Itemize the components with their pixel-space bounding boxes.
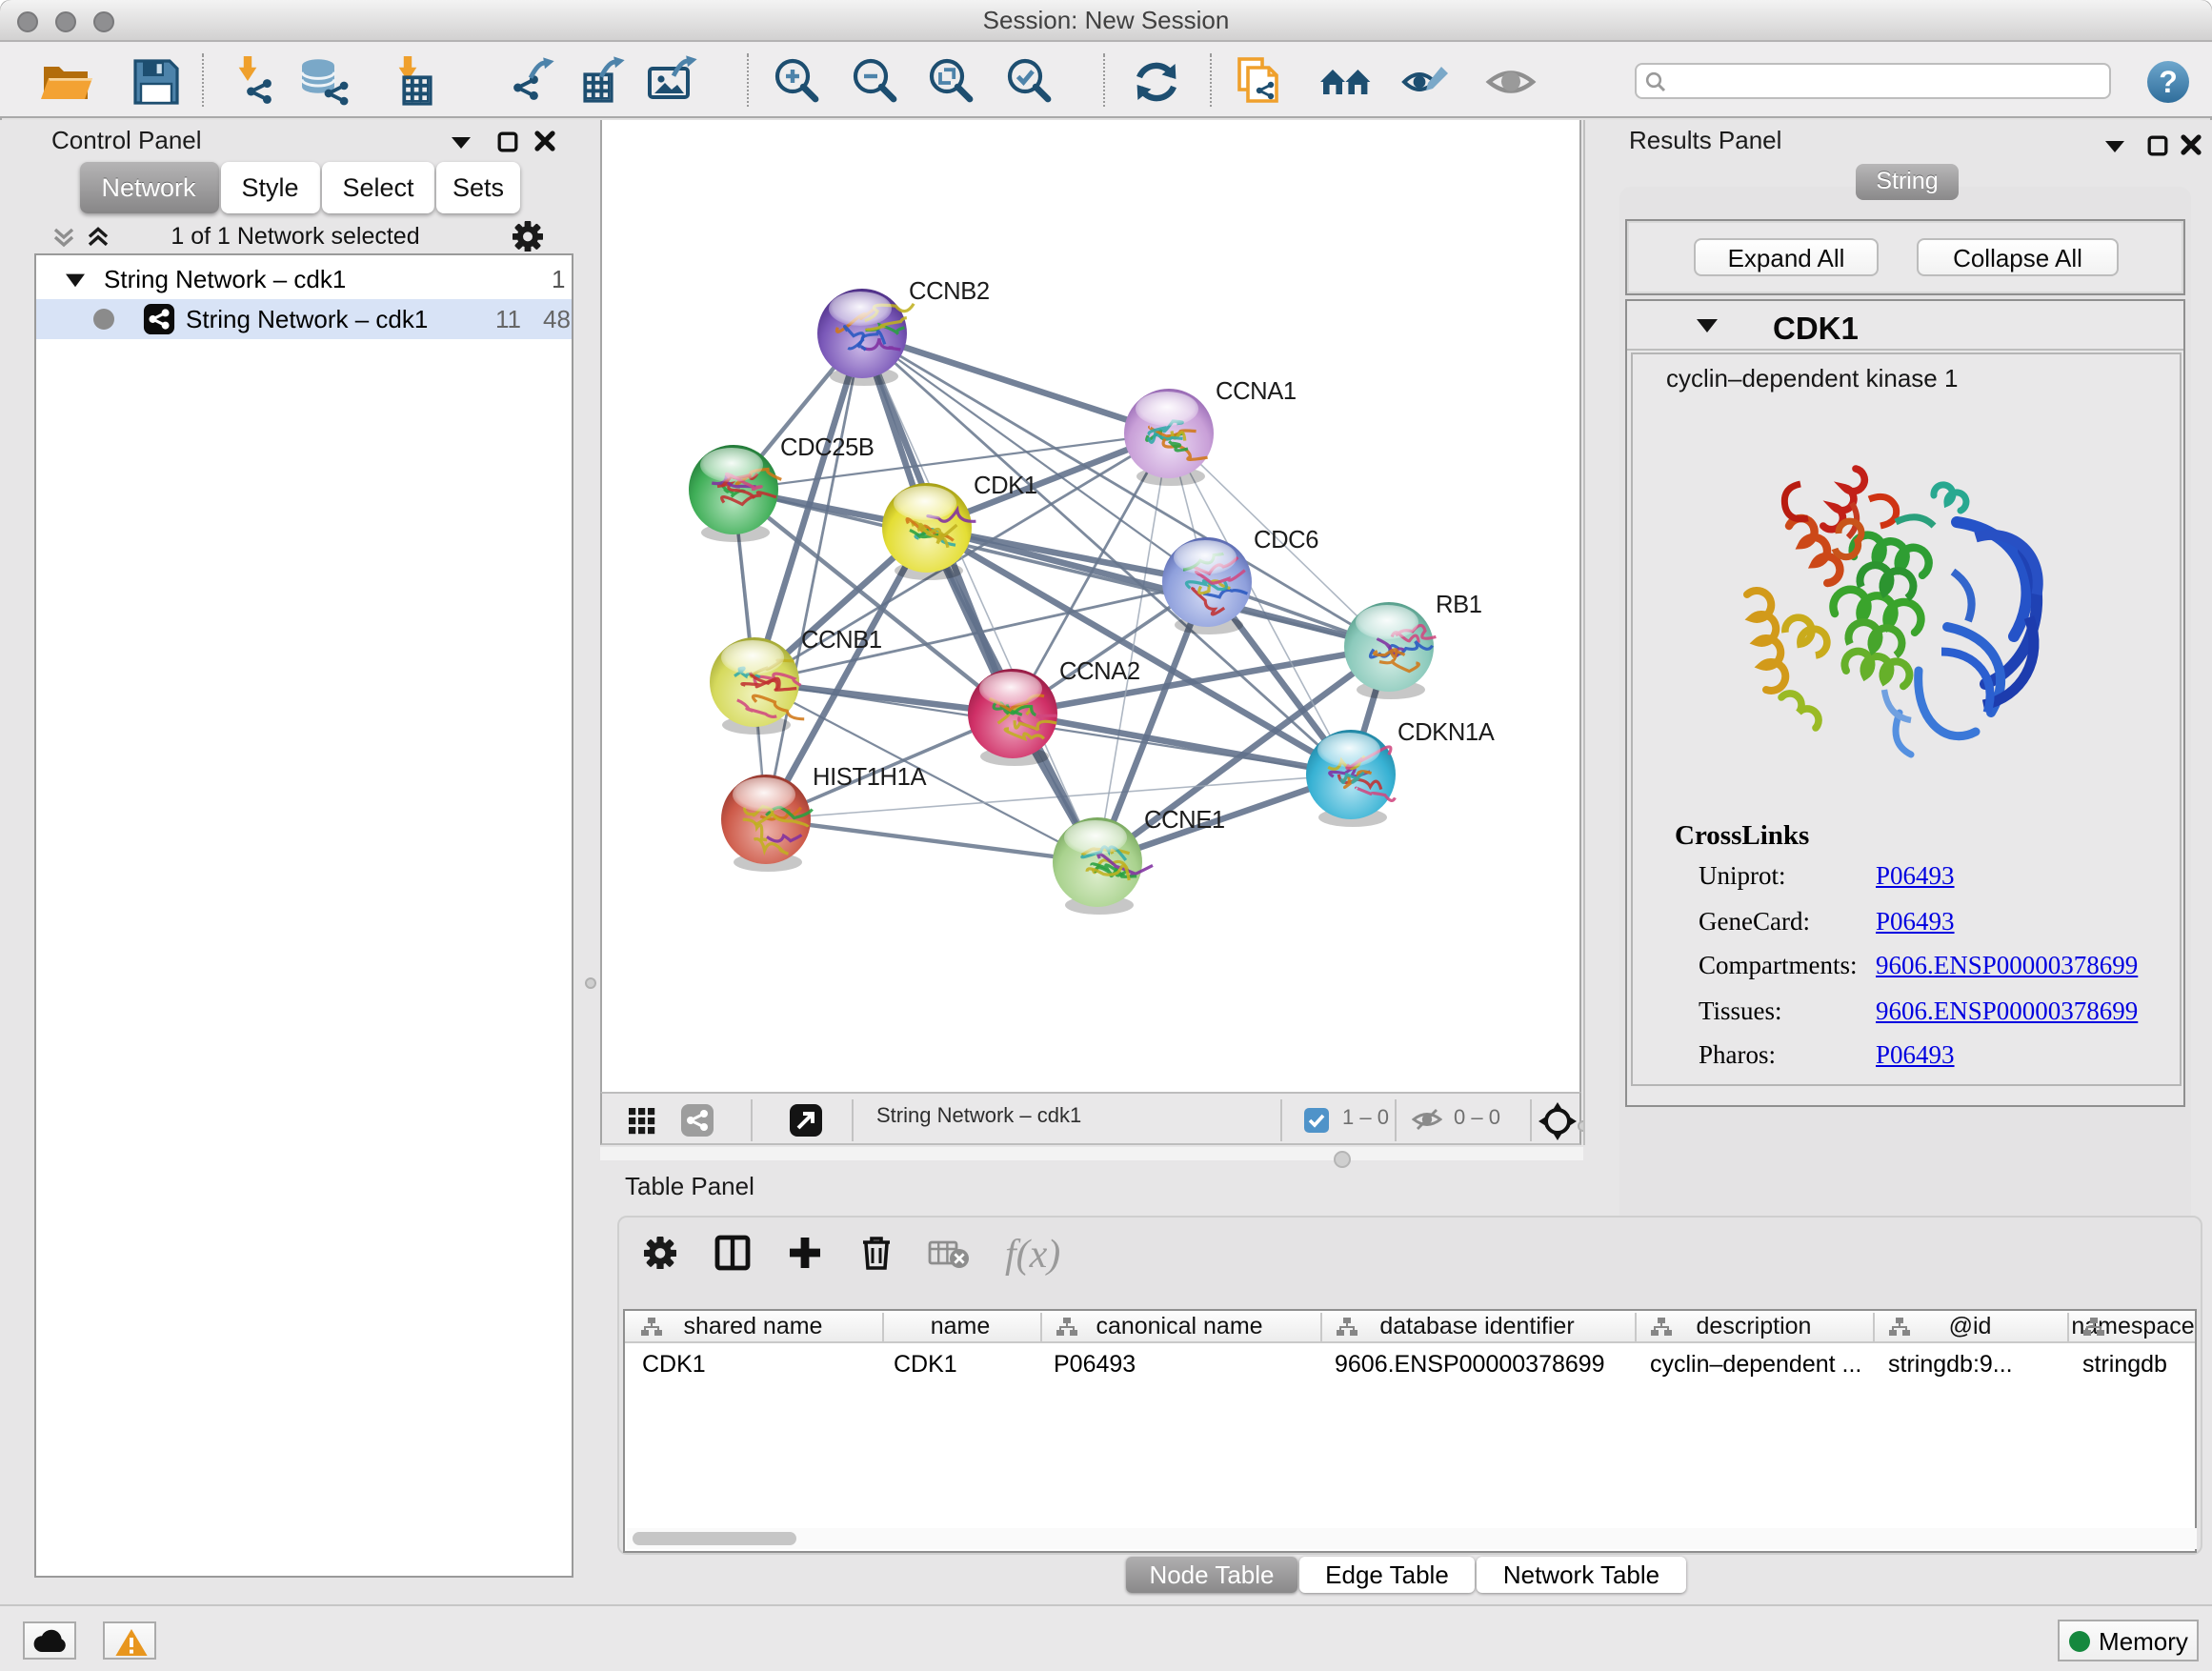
svg-text:RB1: RB1 [1435,591,1481,617]
svg-text:CDK1: CDK1 [973,472,1036,498]
svg-text:CCNB1: CCNB1 [800,626,881,653]
svg-text:CCNA2: CCNA2 [1058,657,1139,684]
svg-text:HIST1H1A: HIST1H1A [812,763,926,790]
svg-text:CDC6: CDC6 [1253,526,1317,553]
svg-text:CDC25B: CDC25B [779,433,874,460]
svg-text:?: ? [2159,65,2178,99]
svg-text:CCNB2: CCNB2 [908,277,989,304]
svg-text:CCNE1: CCNE1 [1143,806,1224,833]
svg-text:CCNA1: CCNA1 [1215,377,1296,404]
svg-text:CDKN1A: CDKN1A [1397,718,1495,745]
